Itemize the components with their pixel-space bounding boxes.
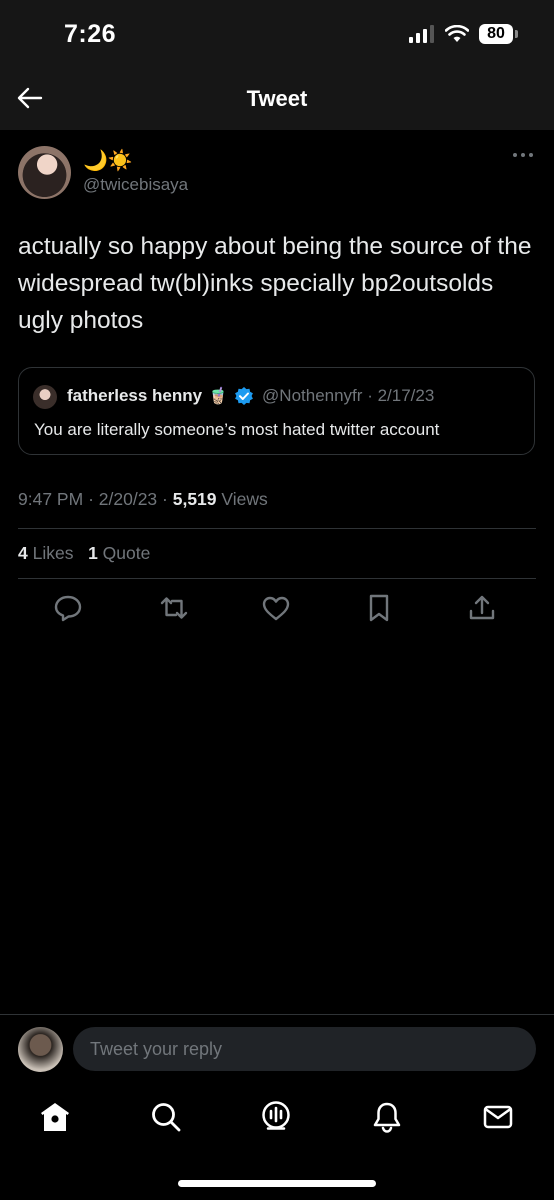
likes-label: Likes — [32, 543, 74, 563]
quoted-avatar — [33, 385, 57, 409]
more-options-icon[interactable] — [512, 150, 534, 160]
quotes-count: 1 — [88, 543, 98, 563]
status-bar: 7:26 80 — [0, 0, 554, 72]
tweet-meta: 9:47 PM · 2/20/23 · 5,519 Views — [18, 489, 268, 509]
battery-level: 80 — [479, 24, 513, 44]
likes-count: 4 — [18, 543, 28, 563]
notifications-icon[interactable] — [370, 1100, 404, 1134]
page-title: Tweet — [246, 86, 308, 111]
views-count: 5,519 — [172, 489, 217, 509]
verified-badge-icon — [235, 387, 253, 405]
tweet-time: 9:47 PM — [18, 489, 84, 509]
share-icon[interactable] — [466, 592, 498, 624]
like-icon[interactable] — [260, 592, 292, 624]
tweet-stats: 4 Likes 1 Quote — [18, 543, 150, 564]
bottom-tab-bar — [0, 1088, 554, 1148]
quotes-label: Quote — [102, 543, 151, 563]
divider — [18, 578, 536, 579]
quoted-date: 2/17/23 — [377, 386, 435, 405]
tweet-date: 2/20/23 — [98, 489, 158, 509]
home-icon[interactable] — [38, 1100, 72, 1134]
author-display-name[interactable]: 🌙☀️ — [83, 148, 133, 173]
retweet-icon[interactable] — [158, 592, 190, 624]
battery-icon: 80 — [479, 24, 518, 44]
likes-stat[interactable]: 4 Likes — [18, 543, 73, 563]
signal-icon — [409, 25, 434, 43]
my-avatar — [18, 1027, 63, 1072]
quoted-separator: · — [367, 386, 373, 405]
author-avatar[interactable] — [18, 146, 71, 199]
quoted-text: You are literally someone’s most hated t… — [34, 420, 440, 439]
divider — [18, 528, 536, 529]
wifi-icon — [445, 25, 469, 42]
quoted-name: fatherless henny — [67, 386, 203, 405]
author-handle[interactable]: @twicebisaya — [83, 175, 188, 195]
quoted-handle: @Nothennyfr — [262, 386, 363, 405]
quotes-stat[interactable]: 1 Quote — [88, 543, 150, 563]
reply-icon[interactable] — [52, 592, 84, 624]
tweet-text: actually so happy about being the source… — [18, 233, 532, 334]
quoted-tweet[interactable]: fatherless henny 🧋 @Nothennyfr · 2/17/23… — [18, 367, 535, 455]
status-icons: 80 — [409, 24, 518, 44]
messages-icon[interactable] — [481, 1100, 515, 1134]
search-icon[interactable] — [149, 1100, 183, 1134]
tweet-actions — [0, 592, 554, 626]
spaces-icon[interactable] — [259, 1100, 293, 1134]
reply-composer: Tweet your reply — [0, 1014, 554, 1087]
quoted-name-emoji: 🧋 — [208, 388, 229, 405]
top-nav: Tweet — [0, 72, 554, 130]
home-indicator[interactable] — [178, 1180, 376, 1187]
views-label: Views — [221, 489, 268, 509]
bookmark-icon[interactable] — [363, 592, 395, 624]
quoted-header: fatherless henny 🧋 @Nothennyfr · 2/17/23 — [67, 386, 434, 406]
status-time: 7:26 — [64, 20, 117, 48]
reply-input[interactable]: Tweet your reply — [73, 1027, 536, 1071]
tweet-author: 🌙☀️ @twicebisaya — [18, 146, 536, 206]
